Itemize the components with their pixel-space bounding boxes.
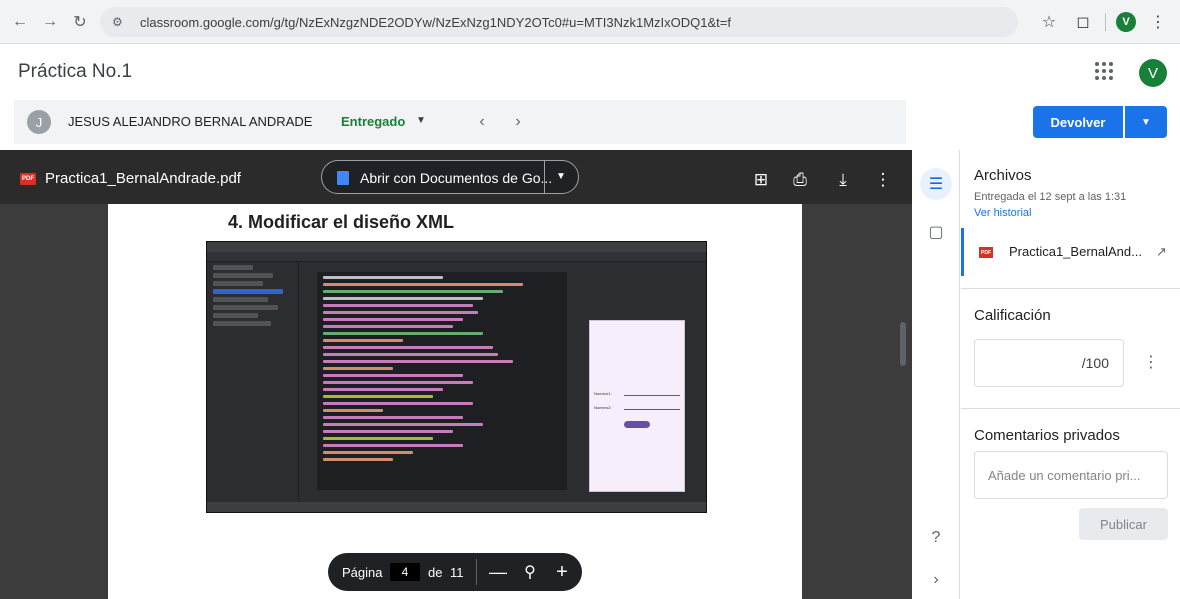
ide-design-preview: Numero1: Numero2:	[579, 272, 699, 492]
student-name: JESUS ALEJANDRO BERNAL ANDRADE	[68, 114, 313, 129]
address-bar[interactable]: ⚙ classroom.google.com/g/tg/NzExNzgzNDE2…	[100, 7, 1018, 37]
page-controls: Página 4 de 11 — ⚲ +	[328, 553, 582, 591]
embedded-field-1	[624, 391, 680, 396]
ide-gutter	[300, 272, 316, 490]
extensions-icon[interactable]: ◻	[1071, 8, 1095, 36]
embedded-ide-screenshot: Numero1: Numero2:	[206, 241, 707, 513]
grade-title: Calificación	[974, 307, 1051, 324]
chevron-down-icon[interactable]: ▼	[416, 115, 426, 126]
star-icon[interactable]: ☆	[1037, 8, 1061, 36]
history-link[interactable]: Ver historial	[974, 207, 1031, 219]
open-with-label: Abrir con Documentos de Go...	[360, 170, 553, 186]
zoom-out-icon[interactable]: —	[486, 559, 510, 585]
more-vert-icon[interactable]: ⋮	[871, 168, 895, 192]
details-panel: Archivos Entregada el 12 sept a las 1:31…	[961, 150, 1180, 599]
pdf-page: 4. Modificar el diseño XML Numero1: Nume…	[108, 204, 802, 599]
page-heading: 4. Modificar el diseño XML	[228, 212, 455, 232]
account-avatar[interactable]: V	[1139, 59, 1167, 87]
viewer-toolbar: PDF Practica1_BernalAndrade.pdf Abrir co…	[0, 150, 912, 204]
private-comments-title: Comentarios privados	[974, 427, 1120, 444]
side-rail: ☰ ▢ ? ›	[912, 150, 960, 599]
page-of-label: de	[428, 565, 443, 580]
zoom-magnifier-icon[interactable]: ⚲	[518, 559, 542, 585]
return-options-caret-icon[interactable]: ▼	[1125, 106, 1167, 138]
phone-preview: Numero1: Numero2:	[589, 320, 685, 492]
more-vert-icon[interactable]: ⋮	[1146, 8, 1170, 36]
reload-icon[interactable]: ↻	[66, 8, 94, 36]
page-title: Práctica No.1	[18, 61, 133, 82]
chevron-down-icon[interactable]: ▼	[556, 171, 566, 182]
student-avatar: J	[27, 110, 51, 134]
ide-menubar	[207, 242, 706, 252]
pdf-file-name: Practica1_BernalAndrade.pdf	[45, 170, 241, 187]
comments-icon[interactable]: ▢	[920, 216, 952, 248]
previous-student-icon[interactable]: ‹	[472, 110, 492, 134]
browser-toolbar: ← → ↻ ⚙ classroom.google.com/g/tg/NzExNz…	[0, 0, 1180, 44]
attached-file[interactable]: PDF Practica1_BernalAnd... ↗	[961, 228, 1168, 276]
embedded-label-1: Numero1:	[594, 391, 612, 396]
files-details-icon[interactable]: ☰	[920, 168, 952, 200]
apps-grid-icon[interactable]	[1092, 59, 1116, 83]
ide-toolbar	[207, 252, 706, 262]
zoom-in-icon[interactable]: +	[550, 559, 574, 585]
back-arrow-icon[interactable]: ←	[6, 8, 34, 36]
more-vert-icon[interactable]: ⋮	[1143, 352, 1159, 376]
files-title: Archivos	[974, 167, 1032, 184]
ide-project-tree	[207, 262, 299, 502]
toolbar-divider	[1105, 13, 1106, 31]
pdf-icon: PDF	[979, 247, 993, 258]
viewer-scrollbar[interactable]	[900, 322, 906, 366]
publish-button[interactable]: Publicar	[1079, 508, 1168, 540]
embedded-button	[624, 421, 650, 428]
ide-code-editor	[317, 272, 567, 490]
ide-statusbar	[207, 502, 706, 512]
expand-chevron-icon[interactable]: ›	[920, 564, 952, 596]
pdf-viewer: PDF Practica1_BernalAndrade.pdf Abrir co…	[0, 150, 912, 599]
embedded-field-2	[624, 405, 680, 410]
docs-icon	[337, 171, 349, 185]
open-external-icon[interactable]: ↗	[1156, 244, 1167, 260]
button-divider	[544, 161, 545, 193]
section-divider	[961, 288, 1180, 289]
forward-arrow-icon[interactable]: →	[36, 8, 64, 36]
pdf-icon: PDF	[20, 173, 36, 185]
grade-input[interactable]: /100	[974, 339, 1124, 387]
browser-actions: ☆ ◻ V ⋮	[1037, 8, 1170, 36]
private-comment-input[interactable]: Añade un comentario pri...	[974, 451, 1168, 499]
ide-tabs	[307, 262, 706, 271]
help-icon[interactable]: ?	[920, 522, 952, 554]
print-icon[interactable]: ⎙	[788, 168, 812, 192]
page-label: Página	[342, 565, 383, 580]
total-pages: 11	[450, 565, 464, 580]
controls-divider	[476, 559, 477, 585]
status-dropdown[interactable]: Entregado	[341, 114, 405, 129]
return-button[interactable]: Devolver	[1033, 106, 1123, 138]
submitted-date: Entregada el 12 sept a las 1:31	[974, 191, 1127, 203]
app-header: Práctica No.1 V	[0, 45, 1180, 97]
add-comment-icon[interactable]: ⊞	[749, 168, 773, 192]
attached-file-name[interactable]: Practica1_BernalAnd...	[1009, 244, 1142, 259]
next-student-icon[interactable]: ›	[508, 110, 528, 134]
student-selector: J JESUS ALEJANDRO BERNAL ANDRADE Entrega…	[14, 100, 906, 144]
url-text: classroom.google.com/g/tg/NzExNzgzNDE2OD…	[140, 14, 731, 30]
profile-avatar[interactable]: V	[1116, 12, 1136, 32]
section-divider	[961, 408, 1180, 409]
open-with-docs-button[interactable]: Abrir con Documentos de Go... ▼	[321, 160, 579, 194]
current-page-input[interactable]: 4	[390, 563, 420, 581]
download-icon[interactable]: ⤓	[831, 168, 855, 192]
embedded-label-2: Numero2:	[594, 405, 612, 410]
grade-denominator: /100	[1081, 355, 1109, 371]
site-settings-icon[interactable]: ⚙	[112, 15, 130, 29]
